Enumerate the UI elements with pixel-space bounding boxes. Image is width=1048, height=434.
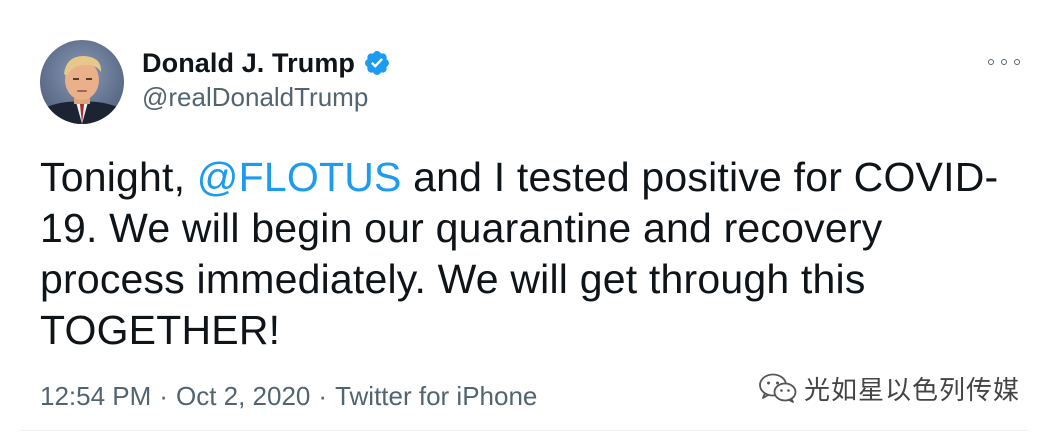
tweet-text-before: Tonight, xyxy=(40,154,197,200)
author-name-row: Donald J. Trump xyxy=(142,46,391,80)
more-dot xyxy=(1014,59,1020,65)
tweet-card: Donald J. Trump @realDonaldTrump Tonight… xyxy=(0,0,1048,434)
tweet-time[interactable]: 12:54 PM xyxy=(40,381,151,411)
watermark-text: 光如星以色列传媒 xyxy=(804,375,1021,406)
more-dot xyxy=(1001,59,1007,65)
author-display-name[interactable]: Donald J. Trump xyxy=(142,48,355,79)
watermark: 光如星以色列传媒 xyxy=(758,370,1020,406)
tweet-date[interactable]: Oct 2, 2020 xyxy=(176,381,310,411)
more-dot xyxy=(988,59,994,65)
mention-link[interactable]: @FLOTUS xyxy=(197,154,402,200)
meta-separator: · xyxy=(318,381,328,411)
tweet-meta: 12:54 PM · Oct 2, 2020 · Twitter for iPhone xyxy=(40,380,537,412)
divider xyxy=(20,430,1028,431)
meta-separator: · xyxy=(159,381,168,411)
more-options-icon[interactable] xyxy=(988,54,1020,70)
verified-badge-icon xyxy=(363,49,391,77)
author-handle[interactable]: @realDonaldTrump xyxy=(142,80,368,114)
wechat-icon xyxy=(758,372,798,404)
tweet-text: Tonight, @FLOTUS and I tested positive f… xyxy=(40,152,1030,356)
tweet-source[interactable]: Twitter for iPhone xyxy=(335,381,537,411)
avatar-image xyxy=(40,40,124,124)
avatar[interactable] xyxy=(40,40,124,124)
